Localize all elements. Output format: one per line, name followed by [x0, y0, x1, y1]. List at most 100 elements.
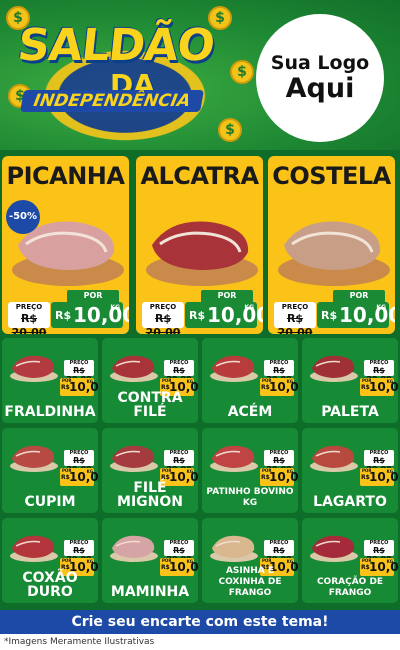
unit-label: KG [386, 469, 393, 474]
price-value: 10,00 [169, 560, 198, 574]
product-name: ALCATRA [140, 162, 259, 190]
old-price-label: PREÇO [149, 303, 177, 311]
old-price-box: PREÇO R$ 20,00 [164, 540, 194, 564]
por-label: POR [201, 290, 253, 302]
product-card-small[interactable]: PREÇO R$ 20,00 POR R$ 10,00 KG PALETA [302, 338, 398, 423]
meat-image [10, 445, 58, 472]
product-card-alcatra[interactable]: ALCATRA POR PREÇO R$ 20,00 R$ 10,00 KG [136, 156, 263, 334]
unit-label: KG [186, 469, 193, 474]
old-price-box: PREÇO R$ 20,00 [264, 450, 294, 474]
unit-label: KG [86, 559, 93, 564]
unit-label: KG [386, 379, 393, 384]
price-box: POR R$ 10,00 KG [360, 378, 398, 396]
meat-image [210, 535, 258, 562]
product-name: PICANHA [6, 162, 125, 190]
unit-label: KG [244, 304, 254, 311]
price-box: POR R$ 10,00 KG [260, 378, 298, 396]
price-box: R$ 10,00 KG [317, 302, 395, 328]
old-price-box: PREÇO R$ 20,00 [142, 302, 184, 334]
product-card-small[interactable]: PREÇO R$ 20,00 POR R$ 10,00 KG ACÉM [202, 338, 298, 423]
unit-label: KG [286, 469, 293, 474]
currency-label: R$ [189, 309, 206, 322]
currency-label: R$ [321, 309, 338, 322]
old-price-box: PREÇO R$ 20,00 [364, 450, 394, 474]
price-value: 10,00 [369, 470, 398, 484]
price-value: 10,00 [269, 470, 298, 484]
old-price-box: PREÇO R$ 20,00 [264, 540, 294, 564]
product-card-small[interactable]: PREÇO R$ 20,00 POR R$ 10,00 KG CONTRA FI… [102, 338, 198, 423]
old-price-label: PREÇO [281, 303, 309, 311]
old-price-box: PREÇO R$ 20,00 [64, 540, 94, 564]
create-flyer-button[interactable]: Crie seu encarte com este tema! [0, 610, 400, 634]
product-name: CORAÇÃO DE FRANGO [316, 577, 384, 598]
coin-icon: $ [218, 118, 242, 142]
product-card-small[interactable]: PREÇO R$ 20,00 POR R$ 10,00 KG CORAÇÃO D… [302, 518, 398, 603]
coin-icon: $ [230, 60, 254, 84]
product-card-small[interactable]: PREÇO R$ 20,00 POR R$ 10,00 KG FILÉ MIGN… [102, 428, 198, 513]
price-box: POR R$ 10,00 KG [60, 378, 98, 396]
product-name: PALETA [321, 404, 379, 420]
product-name: LAGARTO [313, 494, 387, 510]
price-value: 10,00 [369, 560, 398, 574]
meat-image [310, 445, 358, 472]
discount-badge: -50% [6, 200, 40, 234]
old-price-box: PREÇO R$ 20,00 [64, 450, 94, 474]
product-name: ASINHA E COXINHA DE FRANGO [218, 566, 282, 598]
unit-label: KG [376, 304, 386, 311]
currency-label: R$ [55, 309, 72, 322]
meat-image [210, 445, 258, 472]
logo-placeholder[interactable]: Sua Logo Aqui [256, 14, 384, 142]
price-box: POR R$ 10,00 KG [360, 558, 398, 576]
product-name: MAMINHA [110, 584, 190, 600]
logo-line2: Aqui [285, 73, 355, 104]
product-card-costela[interactable]: COSTELA POR PREÇO R$ 20,00 R$ 10,00 KG [268, 156, 395, 334]
logo-line1: Sua Logo [270, 52, 370, 74]
old-price: R$ 20,00 [277, 312, 313, 334]
meat-image [278, 221, 390, 286]
price-value: 10,00 [269, 380, 298, 394]
product-name: CUPIM [24, 494, 76, 510]
meat-image [146, 221, 258, 286]
price-value: 10,00 [73, 303, 129, 327]
unit-label: KG [86, 469, 93, 474]
product-card-small[interactable]: PREÇO R$ 20,00 POR R$ 10,00 KG MAMINHA [102, 518, 198, 603]
old-price-box: PREÇO R$ 20,00 [164, 450, 194, 474]
product-name: FILÉ MIGNON [117, 480, 183, 510]
price-value: 10,00 [207, 303, 263, 327]
product-name: CONTRA FILÉ [117, 390, 183, 420]
product-card-small[interactable]: PREÇO R$ 20,00 POR R$ 10,00 KG PATINHO B… [202, 428, 298, 513]
price-box: POR R$ 10,00 KG [60, 468, 98, 486]
unit-label: KG [186, 379, 193, 384]
meat-image [10, 355, 58, 382]
banner-subtitle-independencia: INDEPENDÊNCIA [20, 90, 204, 112]
meat-image [310, 535, 358, 562]
por-label: POR [67, 290, 119, 302]
product-name: PATINHO BOVINO KG [206, 487, 294, 508]
unit-label: KG [110, 304, 120, 311]
product-card-picanha[interactable]: PICANHA -50% POR PREÇO R$ 20,00 R$ 10,00… [2, 156, 129, 334]
old-price-box: PREÇO R$ 20,00 [364, 360, 394, 384]
product-card-small[interactable]: PREÇO R$ 20,00 POR R$ 10,00 KG COXÃO DUR… [2, 518, 98, 603]
por-label: POR [333, 290, 385, 302]
price-value: 10,00 [369, 380, 398, 394]
banner-title: SALDÃO [15, 20, 217, 71]
meat-image [210, 355, 258, 382]
price-value: 10,00 [69, 470, 98, 484]
product-card-small[interactable]: PREÇO R$ 20,00 POR R$ 10,00 KG ASINHA E … [202, 518, 298, 603]
old-price-box: PREÇO R$ 20,00 [8, 302, 50, 334]
old-price-box: PREÇO R$ 20,00 [274, 302, 316, 334]
product-name: FRALDINHA [4, 404, 96, 420]
price-box: POR R$ 10,00 KG [360, 468, 398, 486]
product-card-small[interactable]: PREÇO R$ 20,00 POR R$ 10,00 KG FRALDINHA [2, 338, 98, 423]
price-value: 10,00 [69, 380, 98, 394]
old-price: R$ 20,00 [11, 312, 47, 334]
disclaimer-text: *Imagens Meramente Ilustrativas [0, 634, 400, 650]
old-price: R$ 20,00 [145, 312, 181, 334]
product-name: COXÃO DURO [22, 570, 78, 600]
unit-label: KG [386, 559, 393, 564]
price-box: R$ 10,00 KG [185, 302, 263, 328]
product-card-small[interactable]: PREÇO R$ 20,00 POR R$ 10,00 KG LAGARTO [302, 428, 398, 513]
old-price-box: PREÇO R$ 20,00 [264, 360, 294, 384]
product-card-small[interactable]: PREÇO R$ 20,00 POR R$ 10,00 KG CUPIM [2, 428, 98, 513]
unit-label: KG [186, 559, 193, 564]
